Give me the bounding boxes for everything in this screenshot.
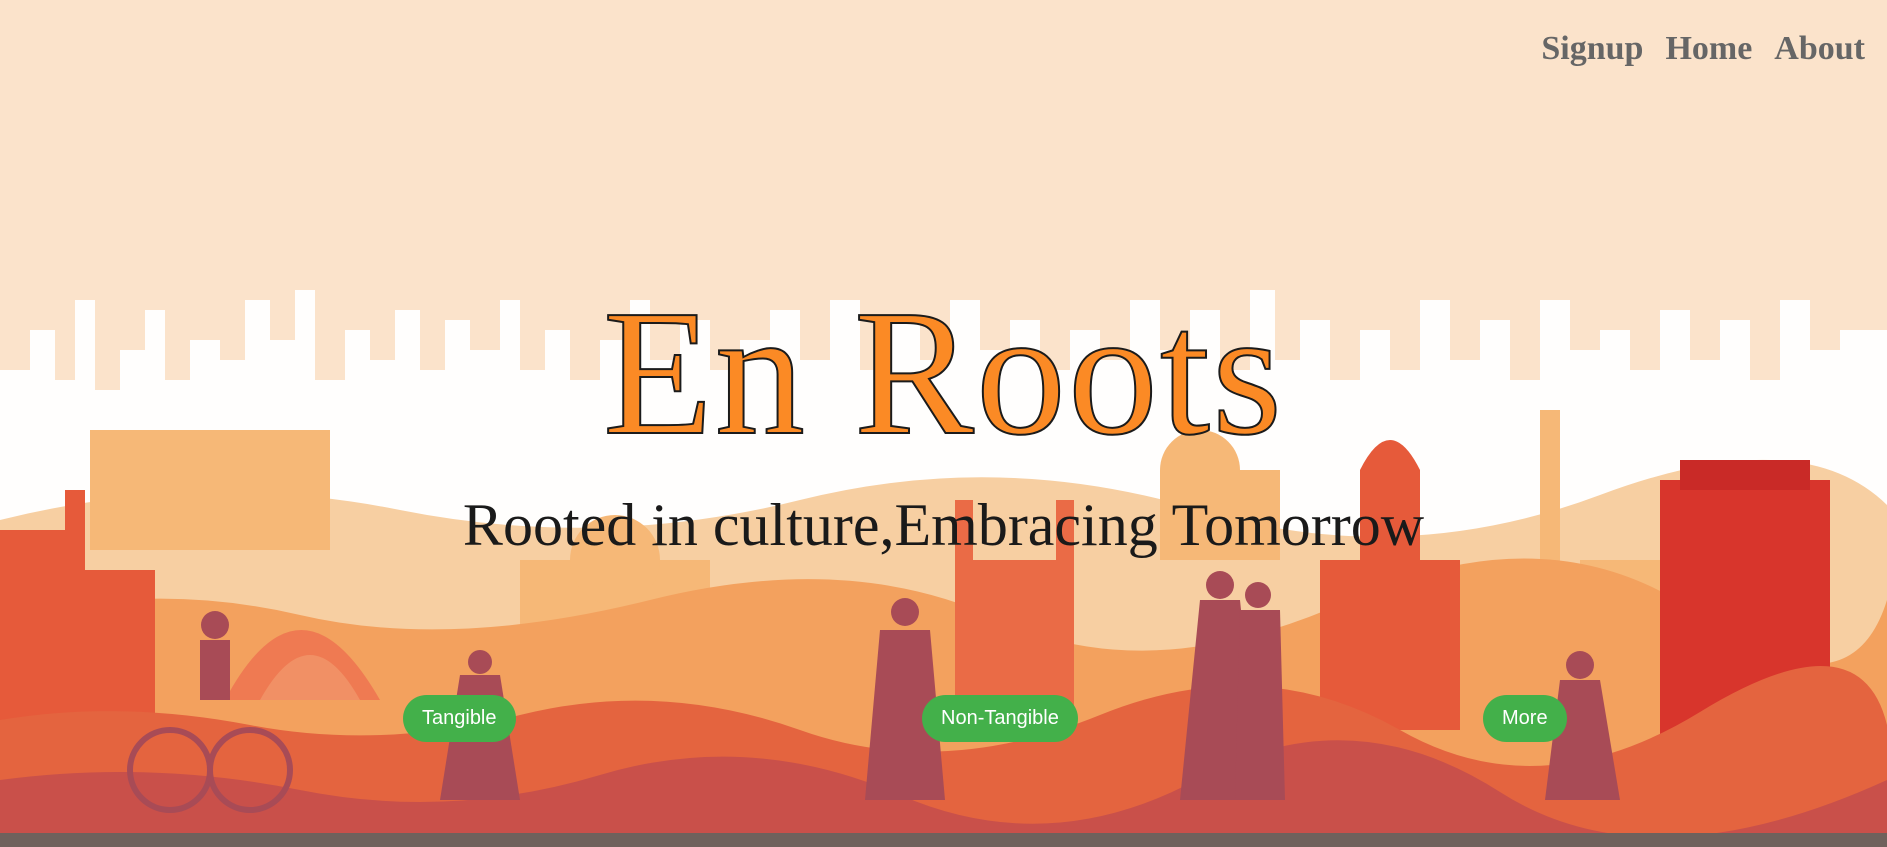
top-nav: Signup Home About bbox=[1541, 30, 1865, 68]
nav-signup-link[interactable]: Signup bbox=[1541, 30, 1643, 68]
hero-title: En Roots bbox=[602, 273, 1285, 472]
nav-about-link[interactable]: About bbox=[1774, 30, 1865, 68]
bottom-bar bbox=[0, 833, 1887, 847]
more-button[interactable]: More bbox=[1483, 695, 1567, 742]
tangible-button[interactable]: Tangible bbox=[403, 695, 516, 742]
nav-home-link[interactable]: Home bbox=[1665, 30, 1752, 68]
hero-subtitle: Rooted in culture,Embracing Tomorrow bbox=[462, 492, 1425, 558]
non-tangible-button[interactable]: Non-Tangible bbox=[922, 695, 1078, 742]
